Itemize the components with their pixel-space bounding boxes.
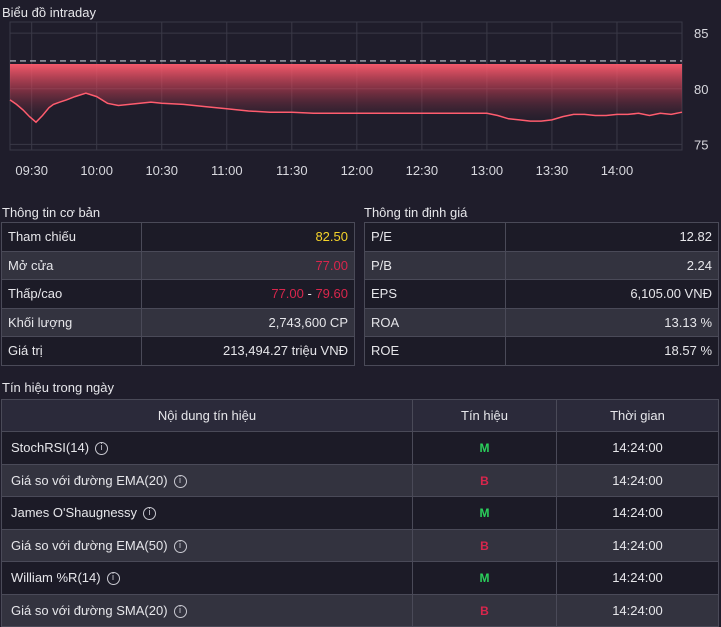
basic-info-value: 213,494.27 triệu VNĐ [141,336,355,366]
valuation-label: P/E [364,222,506,252]
signal-time: 14:24:00 [556,463,719,497]
x-tick-label: 13:00 [471,163,504,178]
valuation-label: ROA [364,307,506,337]
signals-title: Tín hiệu trong ngày [2,380,115,395]
signal-row: Giá so với đường EMA(50) i B 14:24:00 [1,528,719,562]
valuation-label: EPS [364,279,506,309]
header-time: Thời gian [556,399,719,432]
signal-badge: B [480,538,489,553]
x-tick-label: 10:30 [145,163,178,178]
signals-table: Nội dung tín hiệu Tín hiệu Thời gian Sto… [1,399,719,627]
header-content: Nội dung tín hiệu [1,399,413,432]
signal-row: Giá so với đường SMA(20) i B 14:24:00 [1,593,719,627]
signal-time: 14:24:00 [556,496,719,530]
x-tick-label: 11:30 [276,163,308,178]
y-tick-label: 80 [694,82,708,97]
basic-info-row: Thấp/cao 77.00 - 79.60 [1,279,355,309]
valuation-row: EPS 6,105.00 VNĐ [364,279,719,309]
signal-row: James O'Shaugnessy i M 14:24:00 [1,496,719,530]
valuation-value: 6,105.00 VNĐ [505,279,719,309]
y-tick-label: 85 [694,26,708,41]
basic-info-label: Mở cửa [1,250,142,280]
signal-name-cell: Giá so với đường SMA(20) i [1,593,413,627]
basic-info-table: Tham chiếu 82.50 Mở cửa 77.00 Thấp/cao 77.00 … [1,222,355,366]
basic-info-value: 77.00 [141,250,355,280]
signal-value-cell: M [412,496,557,530]
signal-row: William %R(14) i M 14:24:00 [1,561,719,595]
x-tick-label: 09:30 [15,163,48,178]
basic-info-value: 82.50 [141,222,355,252]
valuation-label: ROE [364,336,506,366]
signal-name: Giá so với đường EMA(20) [11,472,168,488]
basic-info-label: Khối lượng [1,307,142,337]
signal-badge: M [479,571,490,586]
high-price: 79.60 [315,286,348,302]
signal-name-cell: James O'Shaugnessy i [1,496,413,530]
signal-time: 14:24:00 [556,593,719,627]
signal-name-cell: Giá so với đường EMA(20) i [1,463,413,497]
range-separator: - [303,286,316,302]
basic-info-row: Mở cửa 77.00 [1,250,355,280]
signal-row: StochRSI(14) i M 14:24:00 [1,431,719,465]
valuation-row: ROE 18.57 % [364,336,719,366]
signal-time: 14:24:00 [556,561,719,595]
basic-info-title: Thông tin cơ bản [2,205,101,220]
signal-value-cell: B [412,528,557,562]
valuation-label: P/B [364,250,506,280]
basic-info-value: 77.00 - 79.60 [141,279,355,309]
signal-badge: M [479,506,490,521]
signal-name: James O'Shaugnessy [11,505,138,521]
x-tick-label: 13:30 [536,163,569,178]
intraday-chart: 85 80 75 09:30 10:00 10:30 11:00 11:30 12:00 12:… [9,21,708,178]
header-signal: Tín hiệu [412,399,557,432]
basic-info-row: Khối lượng 2,743,600 CP [1,307,355,337]
basic-info-label: Thấp/cao [1,279,142,309]
valuation-value: 2.24 [505,250,719,280]
signal-name: William %R(14) [11,570,101,586]
info-icon[interactable]: i [143,507,157,521]
info-icon[interactable]: i [95,442,109,456]
x-tick-label: 12:30 [406,163,439,178]
valuation-value: 13.13 % [505,307,719,337]
signal-row: Giá so với đường EMA(20) i B 14:24:00 [1,463,719,497]
basic-info-row: Tham chiếu 82.50 [1,222,355,252]
y-tick-label: 75 [694,137,708,152]
signal-time: 14:24:00 [556,431,719,465]
signal-name: Giá so với đường SMA(20) [11,602,168,618]
signal-time: 14:24:00 [556,528,719,562]
signal-name: Giá so với đường EMA(50) [11,537,168,553]
x-tick-label: 12:00 [341,163,374,178]
signal-name-cell: William %R(14) i [1,561,413,595]
valuation-row: ROA 13.13 % [364,307,719,337]
signal-value-cell: M [412,561,557,595]
x-tick-label: 10:00 [80,163,113,178]
valuation-row: P/E 12.82 [364,222,719,252]
basic-info-label: Giá trị [1,336,142,366]
info-icon[interactable]: i [173,539,187,553]
info-icon[interactable]: i [106,572,120,586]
valuation-value: 12.82 [505,222,719,252]
valuation-row: P/B 2.24 [364,250,719,280]
signal-value-cell: M [412,431,557,465]
info-icon[interactable]: i [173,474,187,488]
basic-info-value: 2,743,600 CP [141,307,355,337]
signal-name-cell: StochRSI(14) i [1,431,413,465]
signal-name: StochRSI(14) [11,440,90,456]
valuation-title: Thông tin định giá [364,205,468,220]
valuation-table: P/E 12.82 P/B 2.24 EPS 6,105.00 VNĐ ROA 13.13 %… [364,222,719,366]
signal-name-cell: Giá so với đường EMA(50) i [1,528,413,562]
x-tick-label: 14:00 [601,163,634,178]
low-price: 77.00 [271,286,304,302]
basic-info-label: Tham chiếu [1,222,142,252]
signal-badge: M [479,441,490,456]
basic-info-row: Giá trị 213,494.27 triệu VNĐ [1,336,355,366]
signal-badge: B [480,473,489,488]
x-tick-label: 11:00 [211,163,243,178]
signal-value-cell: B [412,463,557,497]
signal-value-cell: B [412,593,557,627]
valuation-value: 18.57 % [505,336,719,366]
